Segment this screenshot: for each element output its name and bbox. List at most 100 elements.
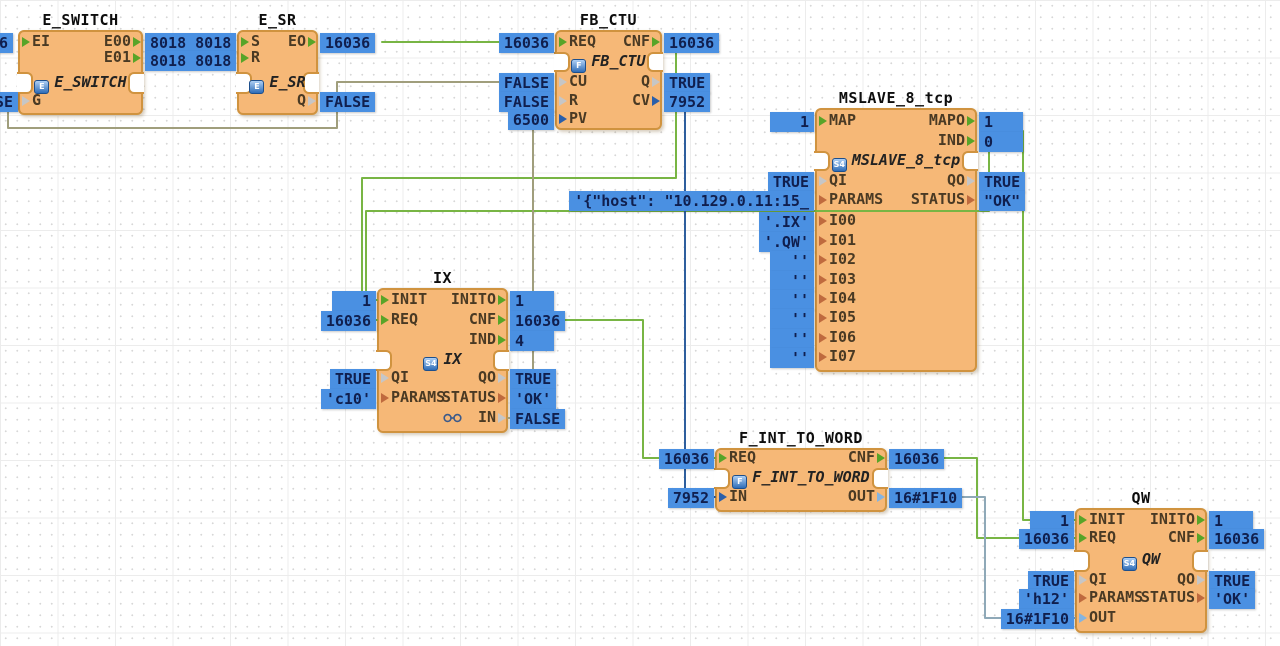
pin-arrow-icon[interactable] xyxy=(967,136,975,146)
fb-mslave-8-tcp[interactable]: S4MSLAVE_8_tcpMAPQIPARAMSI00I01I02I03I04… xyxy=(815,108,977,372)
value-label[interactable]: TRUE xyxy=(664,73,710,93)
pin-arrow-icon[interactable] xyxy=(819,294,827,304)
value-label[interactable]: 'c10' xyxy=(321,389,376,409)
pin-arrow-icon[interactable] xyxy=(1197,533,1205,543)
value-label[interactable]: 7952 xyxy=(668,488,714,508)
value-label[interactable]: '{"host": "10.129.0.11:15_ xyxy=(569,191,814,211)
value-label[interactable]: 'h12' xyxy=(1019,589,1074,609)
pin-arrow-icon[interactable] xyxy=(877,492,885,502)
value-label[interactable]: TRUE xyxy=(510,369,556,389)
pin-arrow-icon[interactable] xyxy=(1079,613,1087,623)
pin-arrow-icon[interactable] xyxy=(498,295,506,305)
fbd-canvas[interactable]: EE_SWITCHEIGE00E01E_SWITCH16036FALSE8018… xyxy=(0,0,1280,646)
pin-arrow-icon[interactable] xyxy=(133,37,141,47)
value-label[interactable]: 'OK' xyxy=(510,389,556,409)
pin-arrow-icon[interactable] xyxy=(559,114,567,124)
value-label[interactable]: 7952 xyxy=(664,92,710,112)
value-label[interactable]: '' xyxy=(770,348,814,368)
fb-ix[interactable]: S4IXINITREQQIPARAMSINITOCNFINDQOSTATUSIN xyxy=(377,288,508,433)
value-label[interactable]: '' xyxy=(770,309,814,329)
pin-arrow-icon[interactable] xyxy=(498,373,506,383)
pin-arrow-icon[interactable] xyxy=(819,333,827,343)
wire-event[interactable] xyxy=(1023,131,1075,520)
pin-arrow-icon[interactable] xyxy=(819,255,827,265)
value-label[interactable]: '' xyxy=(770,271,814,291)
pin-arrow-icon[interactable] xyxy=(498,413,506,423)
value-label[interactable]: 6500 xyxy=(508,110,554,130)
pin-output-qo: QO xyxy=(383,368,502,388)
value-label[interactable]: '' xyxy=(770,290,814,310)
value-label[interactable]: FALSE xyxy=(499,73,554,93)
pin-arrow-icon[interactable] xyxy=(819,275,827,285)
pin-arrow-icon[interactable] xyxy=(652,37,660,47)
value-label[interactable]: 1 xyxy=(332,291,376,311)
value-label[interactable]: '' xyxy=(770,251,814,271)
pin-label: I04 xyxy=(829,289,856,307)
fb-e-sr[interactable]: EE_SRSREOQ xyxy=(237,30,318,115)
pin-arrow-icon[interactable] xyxy=(819,216,827,226)
pin-arrow-icon[interactable] xyxy=(967,116,975,126)
value-label[interactable]: 16036 xyxy=(499,33,554,53)
pin-arrow-icon[interactable] xyxy=(1197,593,1205,603)
value-label[interactable]: FALSE xyxy=(0,92,18,112)
value-label[interactable]: 16036 xyxy=(1019,529,1074,549)
value-label[interactable]: '.QW' xyxy=(759,232,814,252)
value-label[interactable]: FALSE xyxy=(320,92,375,112)
value-label[interactable]: FALSE xyxy=(510,409,565,429)
value-label[interactable]: TRUE xyxy=(1028,571,1074,591)
value-label[interactable]: TRUE xyxy=(768,172,814,192)
value-label[interactable]: 16036 xyxy=(510,311,565,331)
value-label[interactable]: FALSE xyxy=(499,92,554,112)
pin-arrow-icon[interactable] xyxy=(308,37,316,47)
fb-qw[interactable]: S4QWINITREQQIPARAMSOUTINITOCNFQOSTATUS xyxy=(1075,508,1207,633)
value-label[interactable]: TRUE xyxy=(330,369,376,389)
pin-input-i04: I04 xyxy=(821,289,971,309)
value-label[interactable]: 1 xyxy=(979,112,1023,132)
pin-arrow-icon[interactable] xyxy=(877,453,885,463)
value-label[interactable]: 8018 8018 xyxy=(145,51,236,71)
pin-arrow-icon[interactable] xyxy=(308,96,316,106)
value-label[interactable]: 16036 xyxy=(321,311,376,331)
pin-arrow-icon[interactable] xyxy=(498,335,506,345)
pin-arrow-icon[interactable] xyxy=(498,315,506,325)
value-label[interactable]: 1 xyxy=(1030,511,1074,531)
value-label[interactable]: "OK" xyxy=(979,191,1025,211)
fb-fb-ctu[interactable]: FFB_CTUREQCURPVCNFQCV xyxy=(555,30,662,130)
fb-f-int-to-word[interactable]: FF_INT_TO_WORDREQINCNFOUT xyxy=(715,448,887,512)
pin-arrow-icon[interactable] xyxy=(819,313,827,323)
value-label[interactable]: 16036 xyxy=(889,449,944,469)
value-label[interactable]: 'OK' xyxy=(1209,589,1255,609)
value-label[interactable]: 16036 xyxy=(659,449,714,469)
value-label[interactable]: TRUE xyxy=(1209,571,1255,591)
wire-int[interactable] xyxy=(685,111,715,497)
value-label[interactable]: 16036 xyxy=(320,33,375,53)
pin-arrow-icon[interactable] xyxy=(819,352,827,362)
value-label[interactable]: 16#1F10 xyxy=(1001,609,1074,629)
value-label[interactable]: 16#1F10 xyxy=(889,488,962,508)
value-label[interactable]: 1 xyxy=(770,112,814,132)
wire-event[interactable] xyxy=(560,320,715,458)
pin-arrow-icon[interactable] xyxy=(967,195,975,205)
pin-arrow-icon[interactable] xyxy=(967,176,975,186)
value-label[interactable]: 4 xyxy=(510,331,554,351)
pin-arrow-icon[interactable] xyxy=(498,393,506,403)
pin-arrow-icon[interactable] xyxy=(652,77,660,87)
value-label[interactable]: TRUE xyxy=(979,172,1025,192)
value-label[interactable]: 16036 xyxy=(0,33,13,53)
pin-arrow-icon[interactable] xyxy=(1197,575,1205,585)
fb-e-switch[interactable]: EE_SWITCHEIGE00E01 xyxy=(18,30,143,115)
value-label[interactable]: '' xyxy=(770,329,814,349)
value-label[interactable]: 1 xyxy=(1209,511,1253,531)
value-label[interactable]: '.IX' xyxy=(759,212,814,232)
pin-arrow-icon[interactable] xyxy=(133,53,141,63)
pin-arrow-icon[interactable] xyxy=(241,53,249,63)
value-label[interactable]: 0 xyxy=(979,132,1023,152)
pin-arrow-icon[interactable] xyxy=(819,236,827,246)
pin-arrow-icon[interactable] xyxy=(652,96,660,106)
value-label[interactable]: 1 xyxy=(510,291,554,311)
pin-arrow-icon[interactable] xyxy=(1197,515,1205,525)
value-label[interactable]: 8018 8018 xyxy=(145,33,236,53)
value-label[interactable]: 16036 xyxy=(664,33,719,53)
pin-arrow-icon[interactable] xyxy=(22,96,30,106)
value-label[interactable]: 16036 xyxy=(1209,529,1264,549)
